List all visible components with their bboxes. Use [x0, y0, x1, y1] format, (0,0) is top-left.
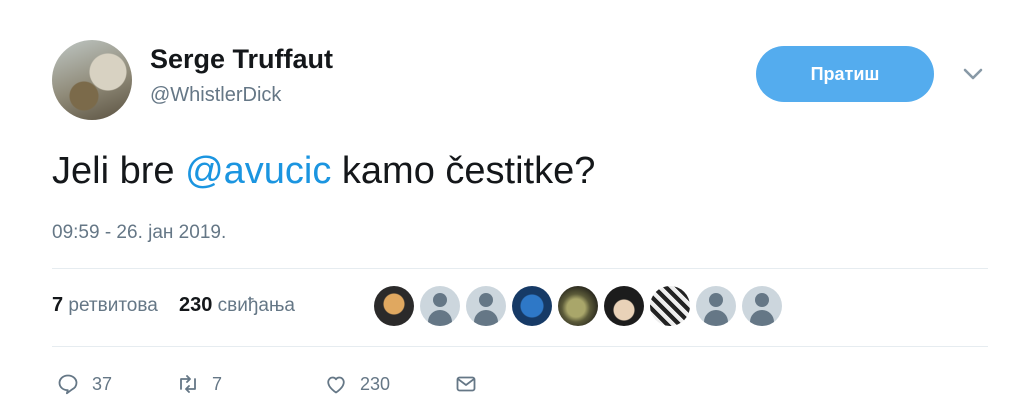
avatar[interactable] [52, 40, 132, 120]
like-count: 230 [360, 373, 391, 394]
likes-stat[interactable]: 230 свиђања [178, 294, 295, 316]
retweets-count: 7 [52, 294, 64, 316]
liker-avatar-default[interactable] [466, 286, 506, 326]
retweet-icon [180, 375, 196, 393]
retweet-count: 7 [212, 373, 223, 394]
direct-message-button[interactable] [454, 372, 478, 396]
tweet-text: Jeli bre @avucic kamo čestitke? [52, 150, 595, 193]
heart-icon [327, 376, 345, 394]
liker-avatar[interactable] [512, 286, 552, 326]
user-handle[interactable]: @WhistlerDick [150, 84, 281, 107]
likes-count: 230 [178, 294, 213, 316]
likes-label: свиђања [217, 295, 295, 316]
chevron-down-icon[interactable] [962, 66, 984, 82]
tweet-timestamp[interactable]: 09:59 - 26. јан 2019. [52, 222, 226, 244]
liker-avatar-default[interactable] [420, 286, 460, 326]
mention-link[interactable]: @avucic [185, 150, 331, 192]
liker-avatar-default[interactable] [742, 286, 782, 326]
liker-avatar[interactable] [604, 286, 644, 326]
like-button[interactable]: 230 [324, 372, 454, 396]
liker-avatar-default[interactable] [696, 286, 736, 326]
tweet-text-start: Jeli bre [52, 150, 186, 192]
tweet-text-end: kamo čestitke? [331, 150, 596, 192]
liker-avatar[interactable] [558, 286, 598, 326]
divider [52, 346, 988, 347]
tweet-stats: 7 ретвитова 230 свиђања [52, 294, 295, 317]
reply-button[interactable]: 37 [56, 372, 176, 396]
retweets-stat[interactable]: 7 ретвитова [52, 294, 158, 316]
following-button[interactable]: Пратиш [756, 46, 934, 102]
likers-avatars [374, 286, 782, 326]
message-icon [456, 376, 476, 392]
reply-icon [58, 374, 78, 395]
reply-count: 37 [92, 373, 113, 394]
liker-avatar[interactable] [650, 286, 690, 326]
user-name[interactable]: Serge Truffaut [150, 44, 333, 75]
tweet-actions: 37 7 230 [56, 372, 478, 396]
divider [52, 268, 988, 269]
retweet-button[interactable]: 7 [176, 372, 324, 396]
retweets-label: ретвитова [68, 295, 158, 316]
liker-avatar[interactable] [374, 286, 414, 326]
